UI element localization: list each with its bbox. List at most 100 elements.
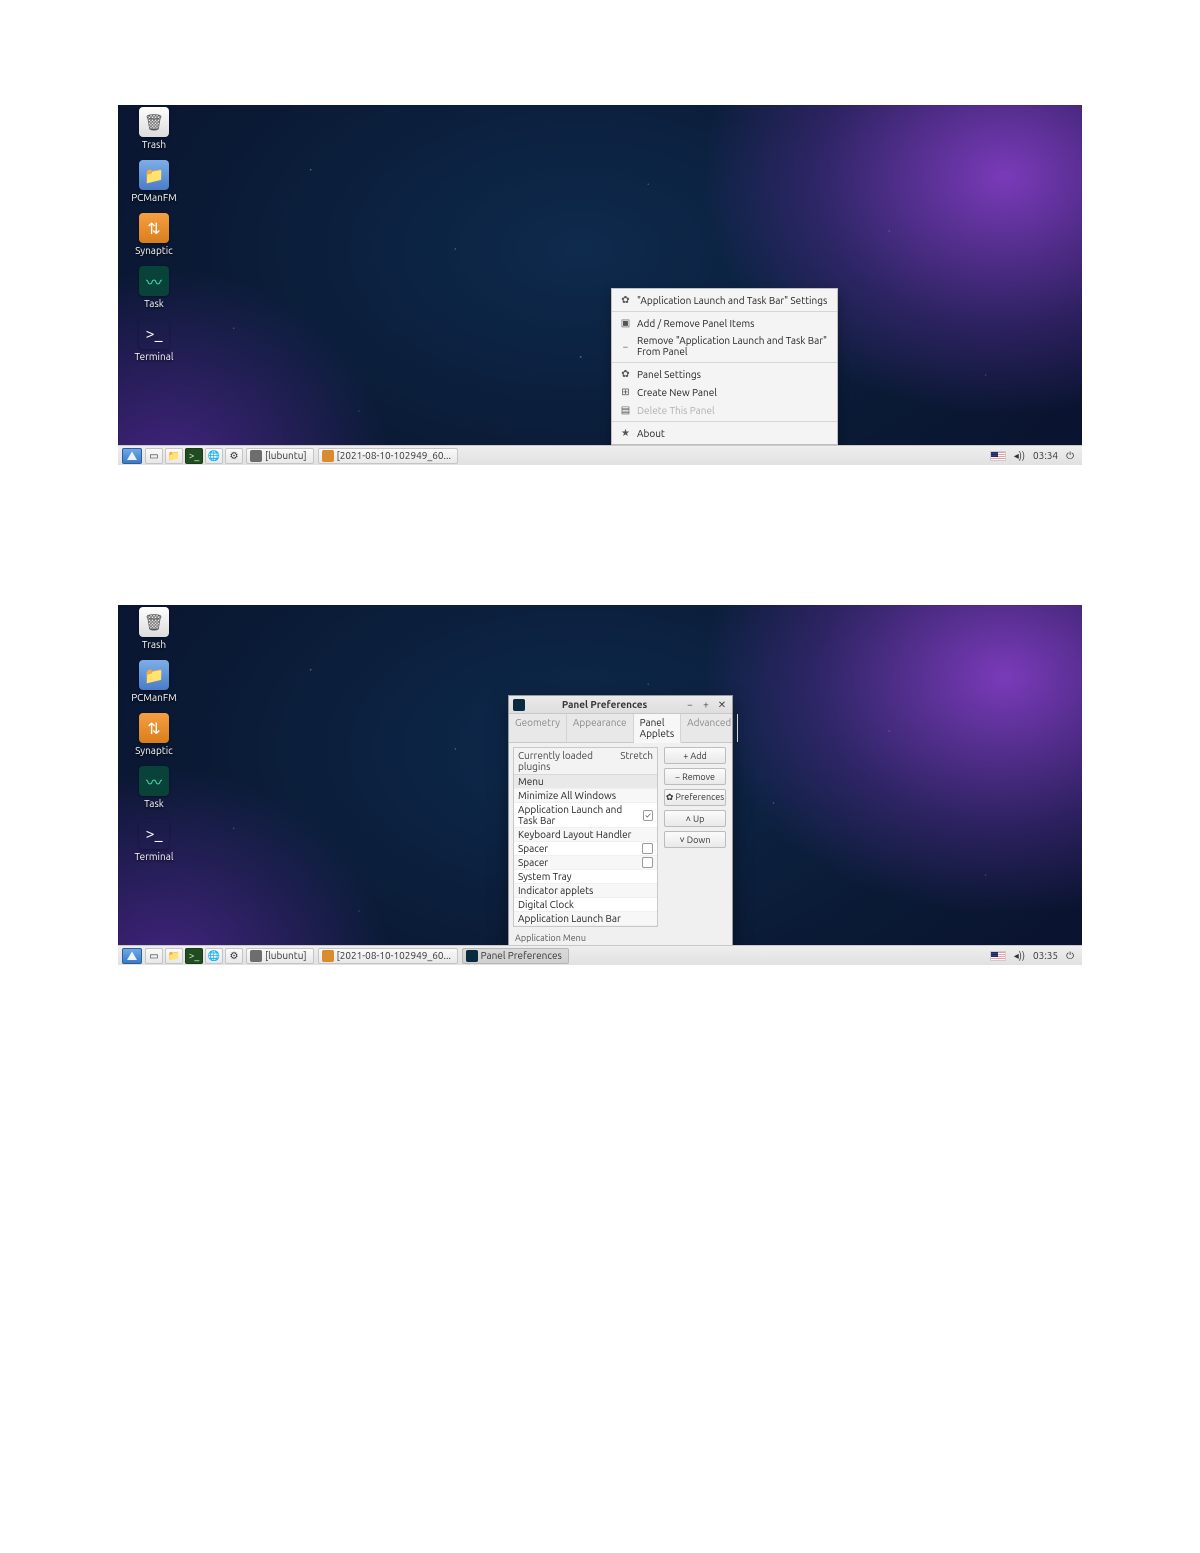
browser-launcher-icon[interactable]: 🌐	[205, 948, 223, 964]
desktop-icon-trash[interactable]: 🗑 Trash	[128, 607, 180, 650]
menu-item-icon: ⊞	[620, 386, 631, 398]
menu-item-icon: ✿	[620, 294, 631, 306]
desktop-icon-synaptic[interactable]: ⇅ Synaptic	[128, 713, 180, 756]
menu-item-icon: ▤	[620, 404, 631, 416]
settings-launcher-icon[interactable]: ⚙	[225, 448, 243, 464]
keyboard-layout-flag-icon[interactable]	[990, 951, 1006, 961]
settings-launcher-icon[interactable]: ⚙	[225, 948, 243, 964]
task-icon	[466, 950, 478, 962]
window-titlebar[interactable]: Panel Preferences − + ✕	[509, 696, 732, 714]
down-button[interactable]: ˅ Down	[664, 831, 726, 848]
plugin-name: Application Launch and Task Bar	[518, 804, 643, 826]
plugin-row[interactable]: Digital Clock	[514, 898, 657, 912]
minimize-button[interactable]: −	[684, 699, 696, 711]
column-stretch: Stretch	[620, 750, 653, 772]
terminal-launcher-icon[interactable]: >_	[185, 448, 203, 464]
context-menu-item[interactable]: ▣ Add / Remove Panel Items	[612, 314, 837, 332]
desktop-icon-label: Terminal	[135, 851, 174, 862]
plugin-row[interactable]: Spacer	[514, 856, 657, 870]
stretch-checkbox[interactable]: ✓	[643, 810, 653, 821]
desktop-icon-terminal[interactable]: >_ Terminal	[128, 319, 180, 362]
maximize-button[interactable]: +	[700, 699, 712, 711]
desktop-icon-pcmanfm[interactable]: 📁 PCManFM	[128, 660, 180, 703]
desktop-icon-pcmanfm[interactable]: 📁 PCManFM	[128, 160, 180, 203]
context-menu-item[interactable]: ⊞ Create New Panel	[612, 383, 837, 401]
menu-item-label: Delete This Panel	[637, 405, 715, 416]
menu-item-label: Create New Panel	[637, 387, 717, 398]
plugin-row[interactable]: Keyboard Layout Handler	[514, 828, 657, 842]
taskbar-button[interactable]: [lubuntu]	[246, 448, 314, 464]
plugin-name: Keyboard Layout Handler	[518, 829, 631, 840]
desktop-icon-task[interactable]: 〰 Task	[128, 266, 180, 309]
stretch-checkbox[interactable]	[642, 857, 653, 868]
show-desktop-icon[interactable]: ▭	[145, 448, 163, 464]
tab-advanced[interactable]: Advanced	[681, 714, 738, 742]
lxde-panel[interactable]: ▭ 📁 >_ 🌐 ⚙ [lubuntu] [2021-08-10-102949_…	[118, 945, 1082, 965]
desktop-icon-terminal[interactable]: >_ Terminal	[128, 819, 180, 862]
taskbar-button[interactable]: [2021-08-10-102949_60...	[318, 948, 458, 964]
trash-icon: 🗑	[139, 107, 169, 137]
plugin-row[interactable]: Spacer	[514, 842, 657, 856]
desktop-icon-synaptic[interactable]: ⇅ Synaptic	[128, 213, 180, 256]
taskbar-button[interactable]: Panel Preferences	[462, 948, 569, 964]
panel-preferences-window: Panel Preferences − + ✕ GeometryAppearan…	[508, 695, 733, 965]
screenshot-1-panel-context-menu: 🗑 Trash 📁 PCManFM ⇅ Synaptic 〰 Task >_ T…	[118, 105, 1082, 465]
desktop-icon-task[interactable]: 〰 Task	[128, 766, 180, 809]
add-button[interactable]: + Add	[664, 747, 726, 764]
menu-button[interactable]	[122, 948, 142, 964]
power-icon[interactable]: ⏻	[1066, 450, 1074, 462]
terminal-launcher-icon[interactable]: >_	[185, 948, 203, 964]
menu-item-icon: ✿	[620, 368, 631, 380]
context-menu-item[interactable]: ★ About	[612, 424, 837, 442]
window-icon	[513, 699, 525, 711]
menu-item-label: Panel Settings	[637, 369, 701, 380]
tab-panel-applets[interactable]: Panel Applets	[634, 714, 682, 743]
browser-launcher-icon[interactable]: 🌐	[205, 448, 223, 464]
tab-geometry[interactable]: Geometry	[509, 714, 567, 742]
taskbar-button[interactable]: [lubuntu]	[246, 948, 314, 964]
remove-button[interactable]: − Remove	[664, 768, 726, 785]
preferences-button[interactable]: ✿ Preferences	[664, 789, 726, 806]
lxde-panel[interactable]: ▭ 📁 >_ 🌐 ⚙ [lubuntu] [2021-08-10-102949_…	[118, 445, 1082, 465]
tab-appearance[interactable]: Appearance	[567, 714, 634, 742]
plugin-row[interactable]: Application Launch and Task Bar✓	[514, 803, 657, 828]
volume-icon[interactable]: ◂))	[1014, 950, 1025, 962]
window-title: Panel Preferences	[529, 699, 680, 710]
clock[interactable]: 03:34	[1033, 450, 1058, 461]
terminal-icon: >_	[139, 319, 169, 349]
plugin-list: Currently loaded plugins Stretch MenuMin…	[513, 747, 658, 927]
keyboard-layout-flag-icon[interactable]	[990, 451, 1006, 461]
plugin-row[interactable]: Application Launch Bar	[514, 912, 657, 926]
clock[interactable]: 03:35	[1033, 950, 1058, 961]
plugin-row[interactable]: Menu	[514, 775, 657, 789]
context-menu-item[interactable]: − Remove "Application Launch and Task Ba…	[612, 332, 837, 360]
menu-button[interactable]	[122, 448, 142, 464]
file-manager-launcher-icon[interactable]: 📁	[165, 948, 183, 964]
task-icon	[250, 950, 262, 962]
stretch-checkbox[interactable]	[642, 843, 653, 854]
terminal-icon: >_	[139, 819, 169, 849]
pcmanfm-icon: 📁	[139, 160, 169, 190]
task-label: [lubuntu]	[265, 450, 307, 461]
task-icon: 〰	[139, 766, 169, 796]
context-menu-item: ▤ Delete This Panel	[612, 401, 837, 419]
show-desktop-icon[interactable]: ▭	[145, 948, 163, 964]
context-menu-item[interactable]: ✿ Panel Settings	[612, 365, 837, 383]
taskbar-button[interactable]: [2021-08-10-102949_60...	[318, 448, 458, 464]
menu-item-label: Add / Remove Panel Items	[637, 318, 754, 329]
context-menu-item[interactable]: ✿ "Application Launch and Task Bar" Sett…	[612, 291, 837, 309]
power-icon[interactable]: ⏻	[1066, 950, 1074, 962]
file-manager-launcher-icon[interactable]: 📁	[165, 448, 183, 464]
close-button[interactable]: ✕	[716, 699, 728, 711]
plugin-row[interactable]: Indicator applets	[514, 884, 657, 898]
plugin-row[interactable]: Minimize All Windows	[514, 789, 657, 803]
trash-icon: 🗑	[139, 607, 169, 637]
up-button[interactable]: ˄ Up	[664, 810, 726, 827]
volume-icon[interactable]: ◂))	[1014, 450, 1025, 462]
task-label: [2021-08-10-102949_60...	[337, 450, 451, 461]
menu-item-label: Remove "Application Launch and Task Bar"…	[637, 335, 829, 357]
menu-item-label: About	[637, 428, 665, 439]
plugin-row[interactable]: System Tray	[514, 870, 657, 884]
desktop-icon-trash[interactable]: 🗑 Trash	[128, 107, 180, 150]
desktop-icon-label: Synaptic	[135, 245, 173, 256]
